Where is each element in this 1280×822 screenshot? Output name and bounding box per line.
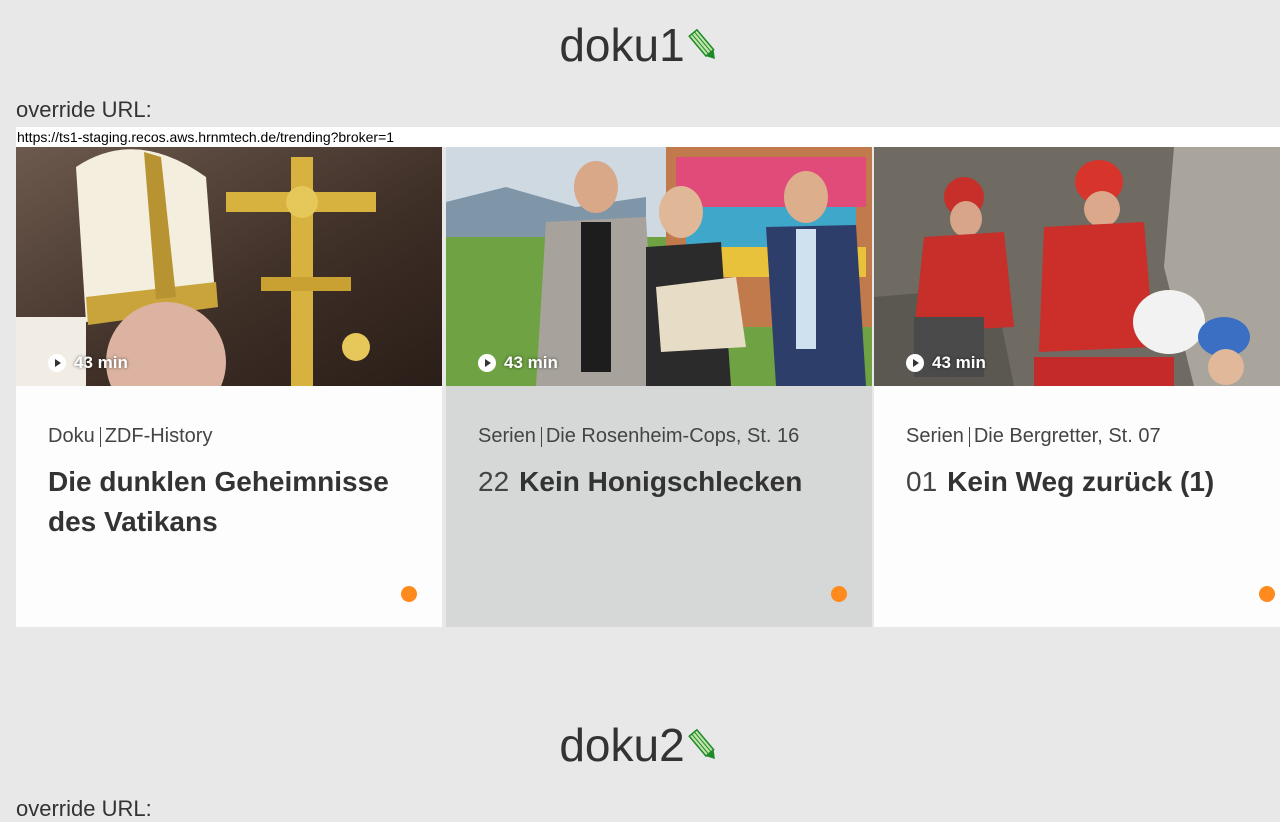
- teaser-thumbnail: 43 min: [446, 147, 872, 386]
- section-title-doku1: doku1: [0, 22, 1280, 72]
- override-url-label: override URL:: [16, 97, 152, 122]
- teaser-meta: Serien Die Rosenheim-Cops, St. 16: [478, 425, 799, 448]
- teaser-category: Serien: [906, 425, 964, 447]
- duration-badge: 43 min: [48, 352, 128, 374]
- status-dot: [1259, 586, 1275, 602]
- play-icon: [478, 354, 496, 372]
- section-title-text: doku1: [559, 19, 685, 71]
- pencil-icon[interactable]: [687, 26, 721, 72]
- teaser-channel: ZDF-History: [104, 425, 213, 447]
- teaser-channel: Die Bergretter, St. 07: [973, 425, 1161, 447]
- teaser-title: Die dunklen Geheimnisse des Vatikans: [48, 462, 418, 542]
- meta-divider: [540, 426, 542, 447]
- duration-badge: 43 min: [906, 352, 986, 374]
- meta-divider: [99, 426, 101, 447]
- teaser-title-text: Kein Weg zurück (1): [947, 466, 1215, 497]
- status-dot: [831, 586, 847, 602]
- episode-number: 01: [906, 466, 938, 497]
- duration-text: 43 min: [504, 353, 558, 372]
- teaser-card[interactable]: 43 min Serien Die Rosenheim-Cops, St. 16 …: [446, 147, 872, 627]
- teaser-title: 22 Kein Honigschlecken: [478, 462, 848, 502]
- section-title-doku2: doku2: [0, 722, 1280, 772]
- teaser-category: Serien: [478, 425, 536, 447]
- teaser-image: [16, 147, 442, 386]
- teaser-image: [874, 147, 1280, 386]
- teaser-channel: Die Rosenheim-Cops, St. 16: [545, 425, 800, 447]
- teaser-title: 01 Kein Weg zurück (1): [906, 462, 1276, 502]
- status-dot: [401, 586, 417, 602]
- teaser-meta: Serien Die Bergretter, St. 07: [906, 425, 1161, 448]
- recommendation-carousel: 43 min Doku ZDF-History Die dunklen Gehei…: [16, 147, 1280, 627]
- pencil-icon[interactable]: [687, 726, 721, 772]
- override-url-input[interactable]: [16, 127, 1280, 147]
- teaser-thumbnail: 43 min: [16, 147, 442, 386]
- teaser-thumbnail: 43 min: [874, 147, 1280, 386]
- teaser-card[interactable]: 43 min Serien Die Bergretter, St. 07 01 Ke…: [874, 147, 1280, 627]
- section-title-text: doku2: [559, 719, 685, 771]
- teaser-title-text: Die dunklen Geheimnisse des Vatikans: [48, 466, 389, 537]
- teaser-card[interactable]: 43 min Doku ZDF-History Die dunklen Gehei…: [16, 147, 442, 627]
- duration-badge: 43 min: [478, 352, 558, 374]
- duration-text: 43 min: [932, 353, 986, 372]
- teaser-image: [446, 147, 872, 386]
- duration-text: 43 min: [74, 353, 128, 372]
- episode-number: 22: [478, 466, 510, 497]
- teaser-meta: Doku ZDF-History: [48, 425, 212, 448]
- meta-divider: [968, 426, 970, 447]
- play-icon: [906, 354, 924, 372]
- teaser-category: Doku: [48, 425, 95, 447]
- play-icon: [48, 354, 66, 372]
- teaser-title-text: Kein Honigschlecken: [519, 466, 803, 497]
